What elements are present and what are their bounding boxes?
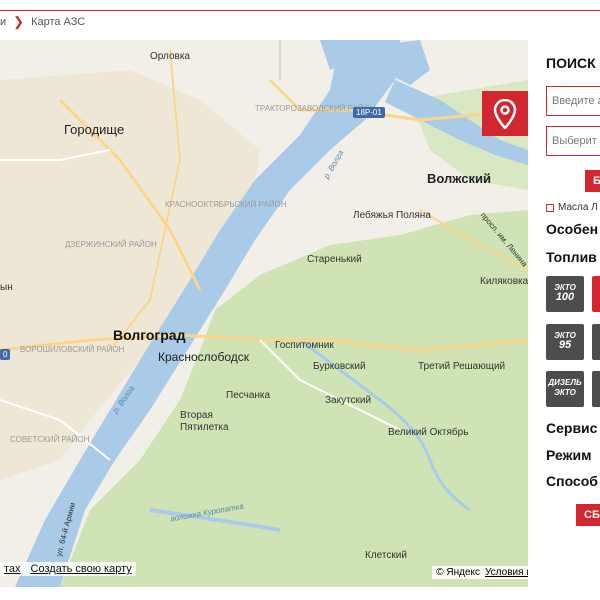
address-input[interactable]: Введите а bbox=[546, 86, 600, 116]
features-heading[interactable]: Особен bbox=[546, 221, 598, 237]
breadcrumb-current: Карта АЗС bbox=[31, 16, 86, 28]
schedule-heading[interactable]: Режим bbox=[546, 447, 591, 463]
map-footer-left: тах Создать свою карту bbox=[0, 562, 136, 576]
header-divider bbox=[0, 0, 600, 11]
map-label-lebyazhya: Лебяжья Поляна bbox=[353, 210, 431, 221]
map-label-krasnooktyabr: КРАСНООКТЯБРЬСКИЙ РАЙОН bbox=[165, 200, 287, 209]
map-footer-link-1[interactable]: тах bbox=[4, 563, 21, 575]
create-map-link[interactable]: Создать свою карту bbox=[31, 563, 132, 575]
map-label-tretiy: Третий Решающий bbox=[418, 361, 506, 372]
fuel-option-partial[interactable] bbox=[592, 276, 600, 312]
fuel-option-partial[interactable] bbox=[592, 371, 600, 407]
payment-heading[interactable]: Способ bbox=[546, 473, 598, 489]
location-pin-button[interactable] bbox=[482, 91, 528, 136]
map-label-kiliakovka: Киляковка bbox=[480, 276, 528, 287]
oil-checkbox-label: Масла Л bbox=[558, 202, 598, 213]
map-label-gospitomnik: Госпитомник bbox=[275, 340, 334, 351]
fuel-option-partial[interactable] bbox=[592, 324, 600, 360]
top-bar: и ❯ Карта АЗС bbox=[0, 0, 600, 40]
road-sign-0: 0 bbox=[0, 349, 11, 360]
map-label-volgograd: Волгоград bbox=[113, 327, 186, 343]
fuel-diesel-ekto[interactable]: ДИЗЕЛЬ ЭКТО bbox=[546, 371, 584, 407]
yandex-copyright: © Яндекс bbox=[436, 567, 480, 578]
map-label-burkovsky: Бурковский bbox=[313, 361, 366, 372]
fuel-ekto-100[interactable]: ЭКТО 100 bbox=[546, 276, 584, 312]
map-label-kletsky: Клетский bbox=[365, 550, 407, 561]
search-button[interactable]: Б bbox=[585, 170, 600, 192]
map-label-sovetsky: СОВЕТСКИЙ РАЙОН bbox=[10, 435, 90, 444]
panel-title: ПОИСК bbox=[546, 55, 596, 71]
reset-button[interactable]: СБ bbox=[576, 504, 600, 526]
map-label-gorodishche: Городище bbox=[64, 122, 125, 137]
map-label-yn: ын bbox=[0, 282, 13, 293]
map-label-orlovka: Орловка bbox=[150, 51, 190, 62]
road-sign-18r01: 18Р-01 bbox=[353, 107, 385, 118]
map-label-velikiy: Великий Октябрь bbox=[388, 427, 469, 438]
services-heading[interactable]: Сервис bbox=[546, 420, 597, 436]
map-label-dzerzhinsky: ДЗЕРЖИНСКИЙ РАЙОН bbox=[65, 240, 157, 249]
map-label-krasnoslobodsk: Краснослободск bbox=[158, 350, 249, 364]
checkbox-icon bbox=[546, 203, 554, 212]
oil-checkbox[interactable]: Масла Л bbox=[546, 202, 598, 213]
breadcrumb: и ❯ Карта АЗС bbox=[0, 14, 85, 30]
map-label-peschanka: Песчанка bbox=[226, 390, 271, 401]
map-label-volzhsky: Волжский bbox=[427, 171, 492, 186]
fuel-grade: 95 bbox=[558, 339, 572, 351]
map-label-starenky: Старенький bbox=[307, 254, 362, 265]
breadcrumb-prev[interactable]: и bbox=[0, 16, 6, 28]
region-select[interactable]: Выберит bbox=[546, 126, 600, 156]
fuel-heading[interactable]: Топлив bbox=[546, 249, 597, 265]
map-view[interactable]: Орловка Городище ТРАКТОРОЗАВОДСКИЙ РАЙОН… bbox=[0, 40, 528, 587]
map-label-voroshilovsky: ВОРОШИЛОВСКИЙ РАЙОН bbox=[20, 345, 125, 354]
chevron-right-icon: ❯ bbox=[13, 14, 25, 29]
map-label-traktor: ТРАКТОРОЗАВОДСКИЙ РАЙОН bbox=[255, 104, 376, 113]
fuel-grade: 100 bbox=[555, 291, 575, 303]
fuel-ekto-95[interactable]: ЭКТО 95 bbox=[546, 324, 584, 360]
fuel-grade: ЭКТО bbox=[554, 388, 576, 397]
search-panel: ПОИСК Введите а Выберит Б Масла Л Особен… bbox=[528, 40, 600, 587]
location-pin-icon bbox=[493, 98, 517, 129]
fuel-brand: ДИЗЕЛЬ bbox=[548, 378, 582, 387]
map-label-vtoraya: Вторая Пятилетка bbox=[180, 410, 229, 433]
map-label-zakutsky: Закутский bbox=[325, 395, 372, 406]
